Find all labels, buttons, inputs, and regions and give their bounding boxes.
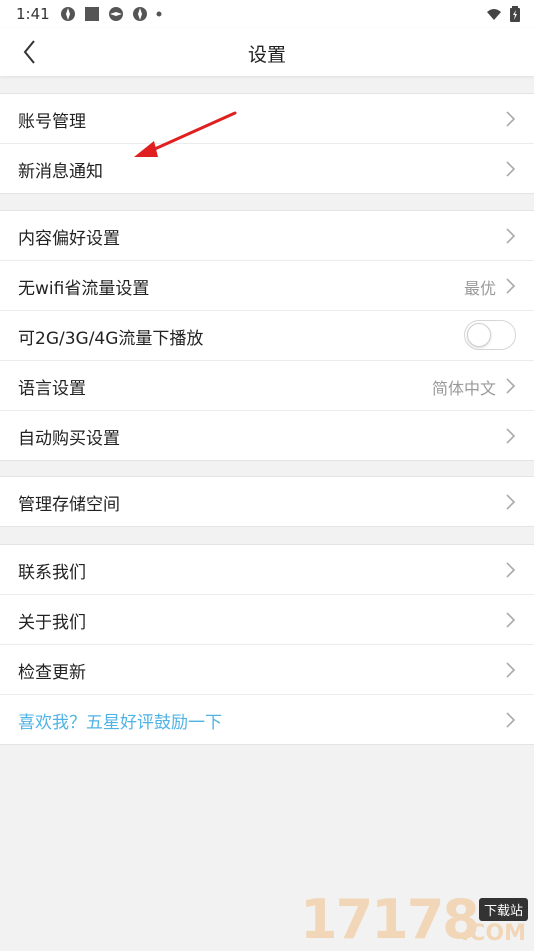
battery-icon xyxy=(510,6,520,22)
settings-item-value: 最优 xyxy=(463,279,496,298)
settings-group-content: 内容偏好设置 无wifi省流量设置 最优 可2G/3G/4G流量下播放 语言设置… xyxy=(0,210,534,461)
settings-item-label: 自动购买设置 xyxy=(18,429,120,449)
app-bar: 设置 xyxy=(0,28,534,76)
settings-item-label: 联系我们 xyxy=(18,563,86,583)
chevron-right-icon xyxy=(506,612,516,628)
page-title: 设置 xyxy=(247,44,286,66)
settings-item-mobile-playback: 可2G/3G/4G流量下播放 xyxy=(0,311,534,361)
square-notification-icon xyxy=(85,7,99,21)
chevron-right-icon xyxy=(506,662,516,678)
notification-icons xyxy=(60,6,162,22)
settings-item-label: 无wifi省流量设置 xyxy=(18,279,150,299)
settings-item-auto-purchase[interactable]: 自动购买设置 xyxy=(0,411,534,460)
settings-item-account[interactable]: 账号管理 xyxy=(0,94,534,144)
settings-item-label: 内容偏好设置 xyxy=(18,229,120,249)
watermark-badge: 下载站 xyxy=(478,898,528,921)
mobile-playback-toggle[interactable] xyxy=(464,320,516,350)
app-notification-icon-3 xyxy=(133,7,147,21)
settings-item-label: 语言设置 xyxy=(18,379,86,399)
settings-item-label: 可2G/3G/4G流量下播放 xyxy=(18,329,204,349)
settings-item-contact[interactable]: 联系我们 xyxy=(0,545,534,595)
settings-item-data-saving[interactable]: 无wifi省流量设置 最优 xyxy=(0,261,534,311)
chevron-right-icon xyxy=(506,228,516,244)
settings-group-account: 账号管理 新消息通知 xyxy=(0,93,534,194)
settings-item-label: 新消息通知 xyxy=(18,162,103,182)
chevron-right-icon xyxy=(506,161,516,177)
settings-item-rate-app[interactable]: 喜欢我？五星好评鼓励一下 xyxy=(0,695,534,744)
settings-item-value: 简体中文 xyxy=(431,379,496,398)
chevron-right-icon xyxy=(506,562,516,578)
settings-item-label: 喜欢我？五星好评鼓励一下 xyxy=(18,713,222,733)
more-dot-icon xyxy=(156,11,162,17)
wifi-icon xyxy=(487,9,501,20)
chevron-right-icon xyxy=(506,428,516,444)
settings-item-check-update[interactable]: 检查更新 xyxy=(0,645,534,695)
watermark-suffix: .COM xyxy=(460,921,526,946)
chevron-right-icon xyxy=(506,494,516,510)
status-bar: 1:41 xyxy=(0,0,534,28)
app-notification-icon xyxy=(61,7,75,21)
settings-item-label: 账号管理 xyxy=(18,112,86,132)
settings-item-label: 检查更新 xyxy=(18,663,86,683)
status-time: 1:41 xyxy=(16,5,50,23)
settings-group-about: 联系我们 关于我们 检查更新 喜欢我？五星好评鼓励一下 xyxy=(0,544,534,745)
settings-item-notifications[interactable]: 新消息通知 xyxy=(0,144,534,193)
annotation-arrow-icon xyxy=(134,111,237,157)
settings-item-label: 管理存储空间 xyxy=(18,495,120,515)
settings-item-storage[interactable]: 管理存储空间 xyxy=(0,477,534,526)
status-right xyxy=(486,6,520,22)
settings-group-storage: 管理存储空间 xyxy=(0,476,534,527)
chevron-right-icon xyxy=(506,378,516,394)
settings-item-about[interactable]: 关于我们 xyxy=(0,595,534,645)
watermark-digits: 17178 xyxy=(300,888,480,951)
app-notification-icon-2 xyxy=(109,7,123,21)
chevron-right-icon xyxy=(506,278,516,294)
settings-item-content-preference[interactable]: 内容偏好设置 xyxy=(0,211,534,261)
toggle-knob xyxy=(467,323,491,347)
watermark-logo: 17178 下载站 .COM xyxy=(300,892,530,948)
chevron-right-icon xyxy=(506,111,516,127)
settings-item-label: 关于我们 xyxy=(18,613,86,633)
settings-item-language[interactable]: 语言设置 简体中文 xyxy=(0,361,534,411)
chevron-right-icon xyxy=(506,712,516,728)
